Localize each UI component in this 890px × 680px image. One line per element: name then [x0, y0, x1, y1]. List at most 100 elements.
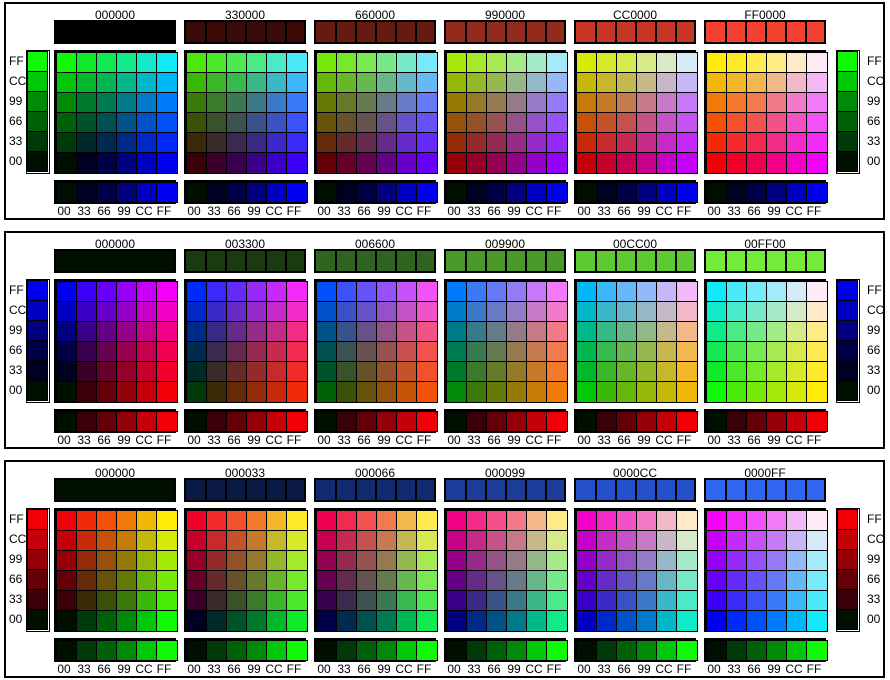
color-swatch[interactable]	[116, 281, 138, 303]
color-swatch[interactable]	[656, 590, 678, 612]
color-swatch[interactable]	[576, 132, 598, 154]
color-swatch[interactable]	[576, 570, 598, 592]
bottom-swatch[interactable]	[286, 182, 308, 203]
color-swatch[interactable]	[786, 72, 808, 94]
color-swatch[interactable]	[546, 610, 568, 632]
color-swatch[interactable]	[446, 361, 468, 383]
color-swatch[interactable]	[396, 132, 418, 154]
color-swatch[interactable]	[266, 570, 288, 592]
color-swatch[interactable]	[336, 112, 358, 134]
bottom-swatch[interactable]	[136, 640, 158, 661]
color-swatch[interactable]	[486, 301, 508, 323]
color-swatch[interactable]	[156, 361, 178, 383]
color-swatch[interactable]	[96, 281, 118, 303]
color-swatch[interactable]	[416, 132, 438, 154]
bottom-swatch[interactable]	[636, 411, 658, 432]
bottom-swatch[interactable]	[636, 182, 658, 203]
color-swatch[interactable]	[336, 530, 358, 552]
color-swatch[interactable]	[356, 281, 378, 303]
base-color-row[interactable]	[184, 478, 306, 502]
color-swatch[interactable]	[656, 381, 678, 403]
color-swatch[interactable]	[616, 361, 638, 383]
color-swatch[interactable]	[636, 610, 658, 632]
color-swatch[interactable]	[76, 341, 98, 363]
color-swatch[interactable]	[76, 530, 98, 552]
color-swatch[interactable]	[726, 341, 748, 363]
color-swatch[interactable]	[156, 510, 178, 532]
color-swatch[interactable]	[526, 510, 548, 532]
color-swatch[interactable]	[246, 550, 268, 572]
color-swatch[interactable]	[116, 321, 138, 343]
color-swatch[interactable]	[56, 570, 78, 592]
color-swatch[interactable]	[596, 530, 618, 552]
color-swatch[interactable]	[506, 152, 528, 174]
color-swatch[interactable]	[746, 152, 768, 174]
color-swatch[interactable]	[486, 152, 508, 174]
color-swatch[interactable]	[726, 361, 748, 383]
color-swatch[interactable]	[316, 72, 338, 94]
color-swatch[interactable]	[616, 550, 638, 572]
color-swatch[interactable]	[596, 610, 618, 632]
color-swatch[interactable]	[486, 92, 508, 114]
color-swatch[interactable]	[226, 381, 248, 403]
color-swatch[interactable]	[656, 152, 678, 174]
color-swatch[interactable]	[206, 112, 228, 134]
color-swatch[interactable]	[266, 301, 288, 323]
color-swatch[interactable]	[466, 610, 488, 632]
color-swatch[interactable]	[226, 341, 248, 363]
color-swatch[interactable]	[226, 301, 248, 323]
color-swatch[interactable]	[246, 610, 268, 632]
color-swatch[interactable]	[266, 52, 288, 74]
color-swatch[interactable]	[376, 570, 398, 592]
color-swatch[interactable]	[56, 381, 78, 403]
color-swatch[interactable]	[376, 381, 398, 403]
color-swatch[interactable]	[726, 321, 748, 343]
color-swatch[interactable]	[446, 610, 468, 632]
color-swatch[interactable]	[156, 530, 178, 552]
color-swatch[interactable]	[576, 530, 598, 552]
color-swatch[interactable]	[206, 361, 228, 383]
color-swatch[interactable]	[396, 361, 418, 383]
color-swatch[interactable]	[786, 341, 808, 363]
color-swatch[interactable]	[676, 550, 698, 572]
side-swatch[interactable]	[837, 340, 858, 361]
color-swatch[interactable]	[526, 590, 548, 612]
color-swatch[interactable]	[526, 321, 548, 343]
color-swatch[interactable]	[746, 590, 768, 612]
bottom-swatch[interactable]	[786, 182, 808, 203]
color-swatch[interactable]	[746, 610, 768, 632]
color-swatch[interactable]	[206, 590, 228, 612]
bottom-swatch[interactable]	[806, 411, 828, 432]
color-swatch[interactable]	[246, 152, 268, 174]
color-swatch[interactable]	[656, 92, 678, 114]
bottom-swatch[interactable]	[486, 182, 508, 203]
color-swatch[interactable]	[466, 321, 488, 343]
color-swatch[interactable]	[486, 341, 508, 363]
color-swatch[interactable]	[746, 132, 768, 154]
color-swatch[interactable]	[616, 381, 638, 403]
color-swatch[interactable]	[56, 530, 78, 552]
color-swatch[interactable]	[806, 570, 828, 592]
color-swatch[interactable]	[246, 321, 268, 343]
color-swatch[interactable]	[156, 281, 178, 303]
color-swatch[interactable]	[416, 301, 438, 323]
color-swatch[interactable]	[656, 361, 678, 383]
color-swatch[interactable]	[136, 570, 158, 592]
color-swatch[interactable]	[466, 152, 488, 174]
bottom-swatch[interactable]	[286, 640, 308, 661]
color-swatch[interactable]	[446, 381, 468, 403]
color-swatch[interactable]	[706, 590, 728, 612]
bottom-swatch[interactable]	[706, 182, 728, 203]
color-swatch[interactable]	[616, 72, 638, 94]
color-swatch[interactable]	[506, 132, 528, 154]
color-swatch[interactable]	[186, 381, 208, 403]
color-swatch[interactable]	[116, 301, 138, 323]
color-swatch[interactable]	[116, 590, 138, 612]
color-swatch[interactable]	[286, 112, 308, 134]
color-swatch[interactable]	[336, 281, 358, 303]
color-swatch[interactable]	[786, 132, 808, 154]
color-swatch[interactable]	[766, 590, 788, 612]
color-swatch[interactable]	[246, 361, 268, 383]
bottom-swatch[interactable]	[746, 640, 768, 661]
color-swatch[interactable]	[746, 570, 768, 592]
